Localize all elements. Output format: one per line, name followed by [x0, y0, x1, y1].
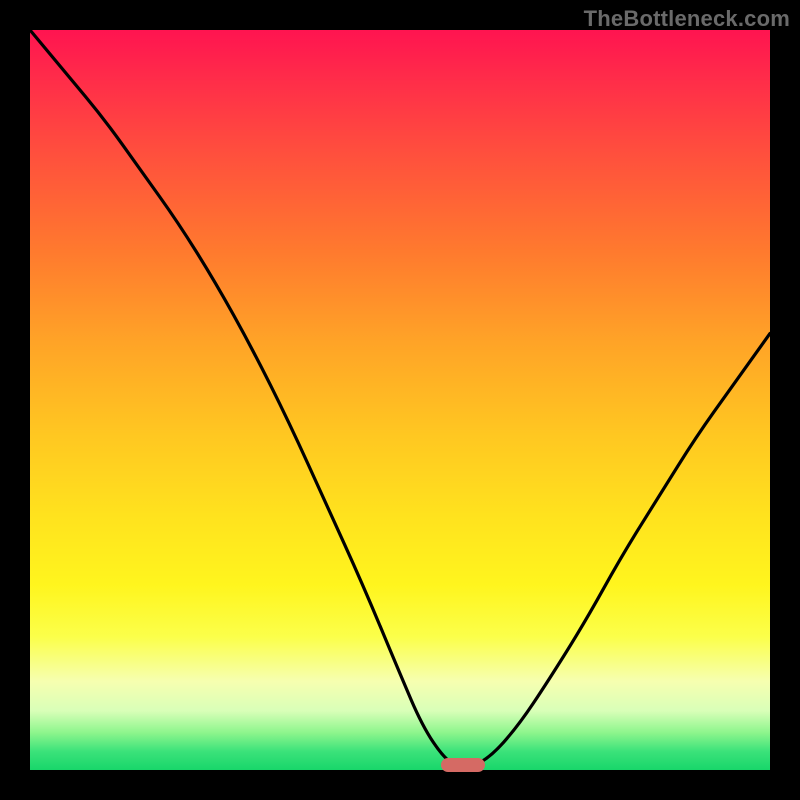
optimal-point-marker: [441, 758, 485, 772]
plot-area: [30, 30, 770, 770]
chart-frame: TheBottleneck.com: [0, 0, 800, 800]
bottleneck-curve-path: [30, 30, 770, 767]
watermark-text: TheBottleneck.com: [584, 6, 790, 32]
curve-svg: [30, 30, 770, 770]
